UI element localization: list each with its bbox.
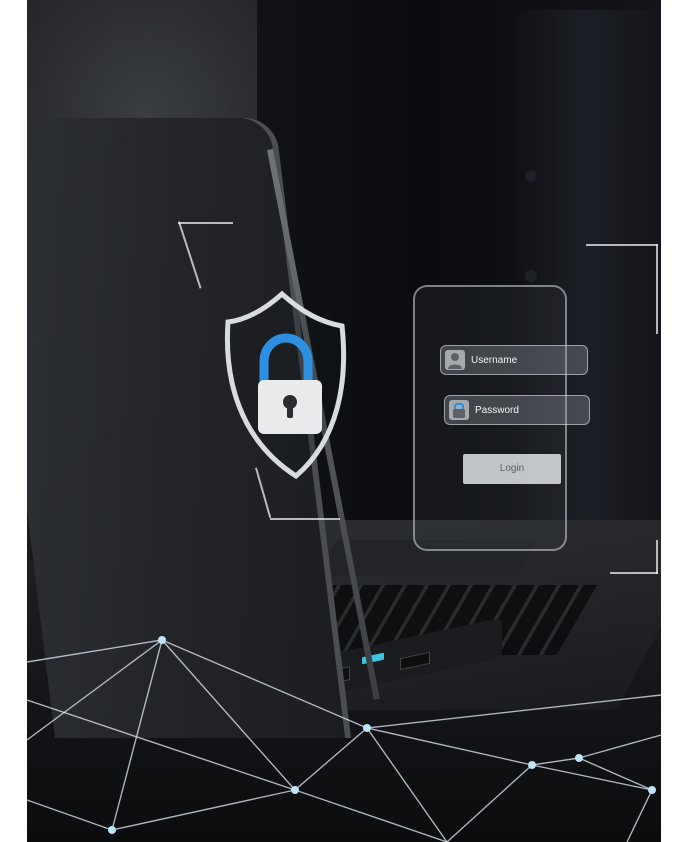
password-field[interactable]: Password xyxy=(444,395,590,425)
user-icon xyxy=(445,350,465,370)
frame-corner-line xyxy=(656,540,658,574)
network-mesh-overlay xyxy=(27,636,661,842)
frame-corner-line xyxy=(586,244,658,246)
username-field[interactable]: Username xyxy=(440,345,588,375)
lock-icon xyxy=(449,400,469,420)
frame-corner-line xyxy=(270,518,340,520)
shirt-button xyxy=(525,170,537,182)
password-label: Password xyxy=(475,405,519,416)
login-button[interactable]: Login xyxy=(463,454,561,484)
frame-corner-line xyxy=(656,244,658,334)
frame-corner-line xyxy=(178,222,233,224)
shield-lock-icon xyxy=(224,290,347,480)
username-label: Username xyxy=(471,355,518,366)
shirt-button xyxy=(525,270,537,282)
frame-corner-line xyxy=(610,572,658,574)
